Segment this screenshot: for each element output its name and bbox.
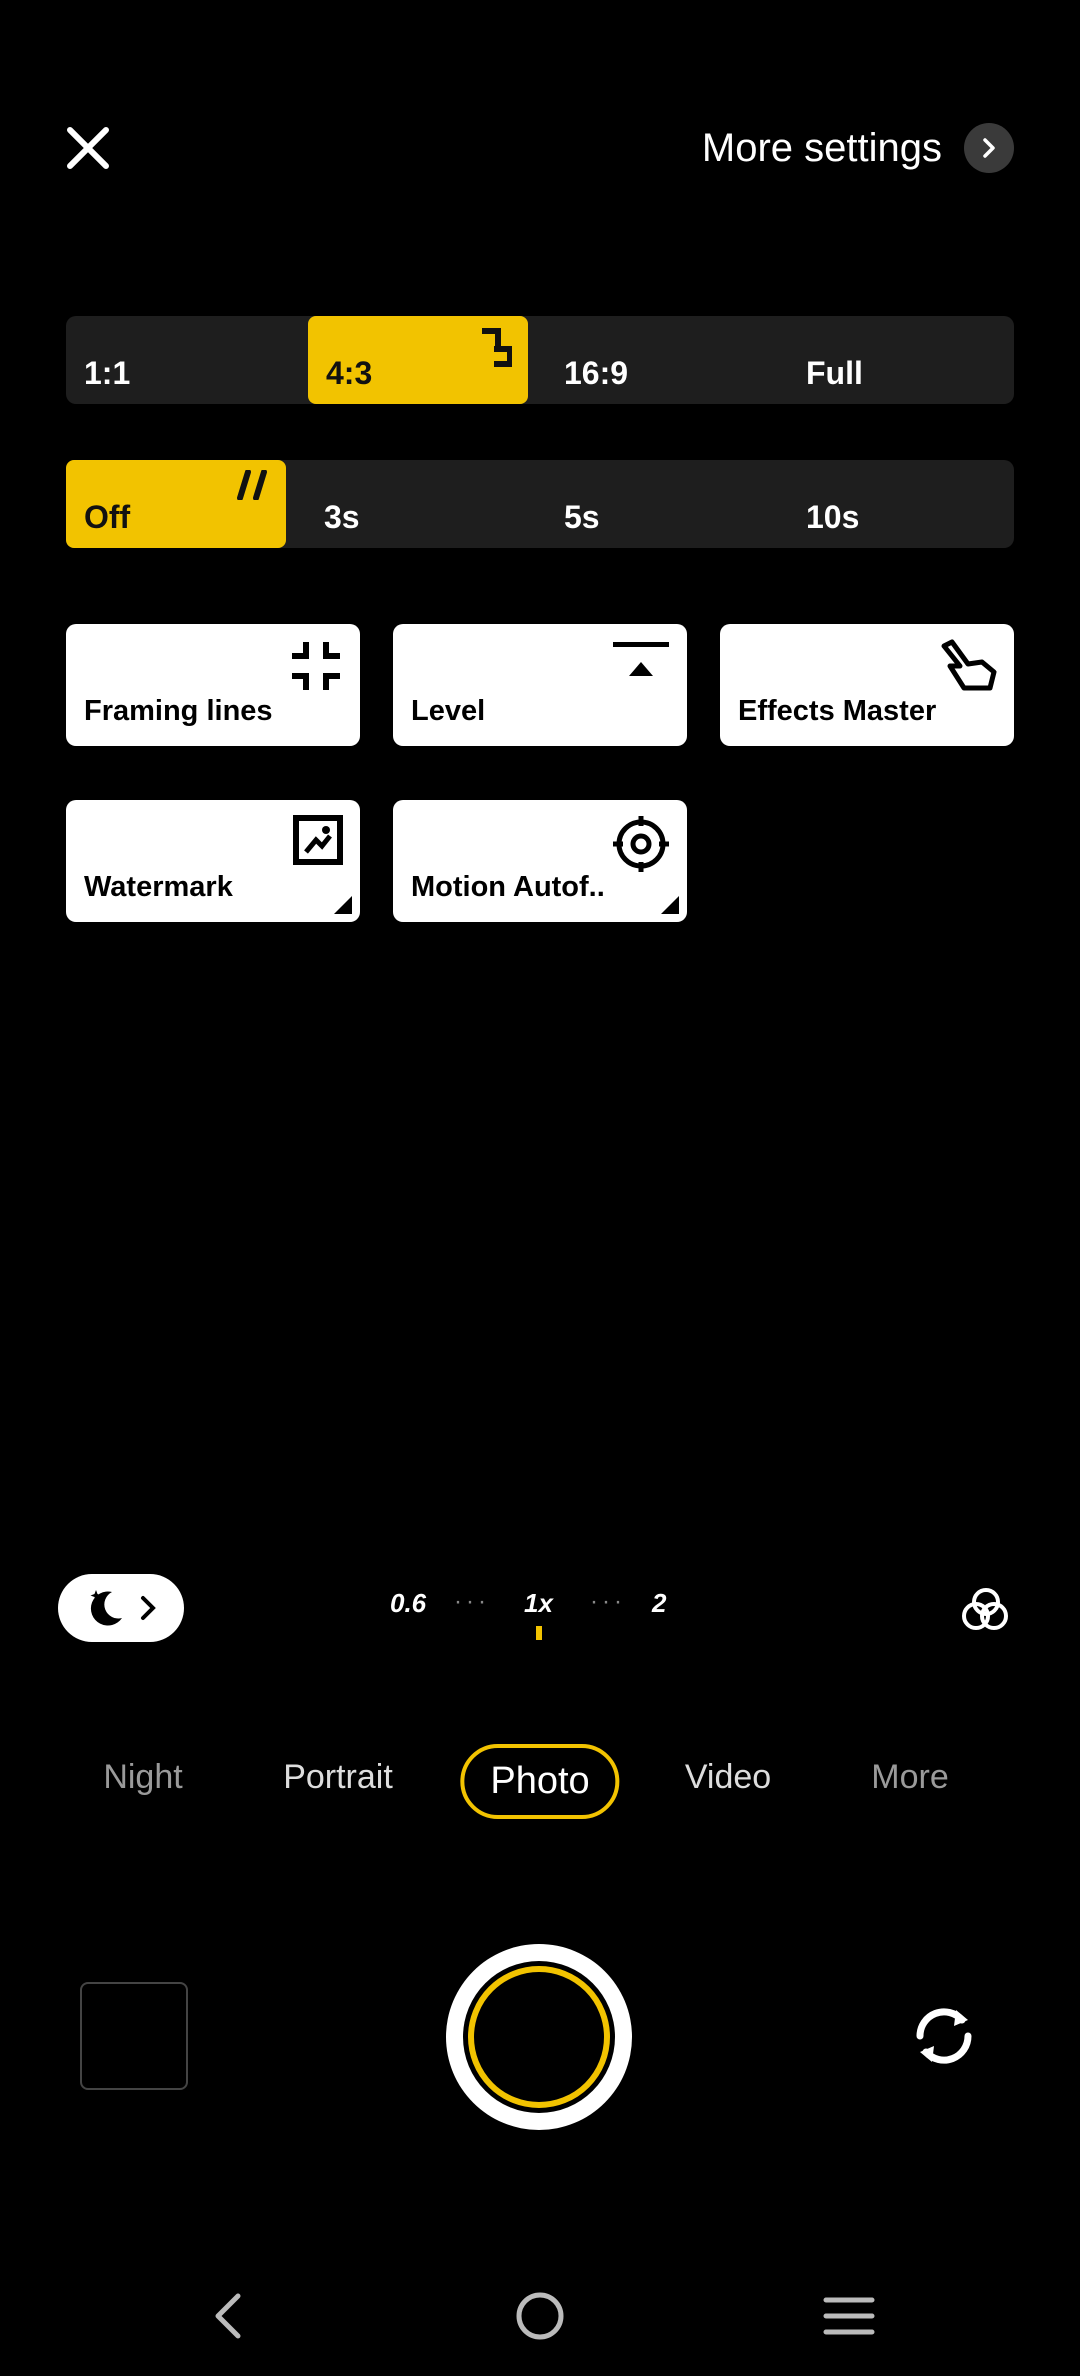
aspect-option-label: 4:3: [326, 355, 373, 391]
timer-option-10s[interactable]: 10s: [788, 460, 1014, 548]
mode-more[interactable]: More: [871, 1758, 948, 1797]
framing-lines-label: Framing lines: [84, 695, 273, 727]
focus-target-icon: [613, 816, 669, 872]
hand-pointer-icon: [941, 639, 997, 691]
timer-option-label: 3s: [324, 499, 360, 535]
home-icon: [516, 2292, 564, 2340]
shutter-button[interactable]: [446, 1944, 632, 2130]
shutter-ring: [468, 1966, 610, 2108]
zoom-dots: ···: [590, 1588, 626, 1615]
filters-button[interactable]: [960, 1584, 1010, 1639]
aspect-option-16-9[interactable]: 16:9: [546, 316, 786, 404]
menu-icon: [823, 2297, 875, 2335]
aspect-option-label: Full: [806, 355, 863, 391]
expand-corner-icon: [661, 896, 679, 914]
expand-corner-icon: [334, 896, 352, 914]
shutter-inner: [463, 1961, 615, 2113]
mode-night[interactable]: Night: [103, 1758, 182, 1797]
gallery-thumbnail[interactable]: [80, 1982, 188, 2090]
nav-recents-button[interactable]: [822, 2290, 876, 2347]
back-icon: [215, 2293, 241, 2339]
filters-icon: [962, 1588, 1008, 1630]
aspect-ratio-selector: 1:1 4:3 16:9 Full: [66, 316, 1014, 404]
timer-option-off[interactable]: Off: [66, 460, 286, 548]
night-mode-toggle[interactable]: [58, 1574, 184, 1642]
watermark-icon: [293, 815, 343, 865]
more-settings-button[interactable]: More settings: [702, 118, 1014, 178]
chevron-right-icon: [141, 1596, 156, 1620]
zoom-0-6-button[interactable]: 0.6: [390, 1588, 426, 1619]
zoom-1x-button[interactable]: 1x: [524, 1588, 553, 1619]
level-icon: [613, 642, 669, 676]
close-button[interactable]: [52, 112, 124, 184]
motion-autofocus-label: Motion Autof..: [411, 871, 605, 903]
mode-photo[interactable]: Photo: [460, 1744, 620, 1819]
level-label: Level: [411, 695, 486, 727]
nav-back-button[interactable]: [208, 2290, 248, 2347]
aspect-option-label: 1:1: [84, 355, 131, 391]
switch-camera-button[interactable]: [904, 1996, 984, 2081]
aspect-option-4-3[interactable]: 4:3: [308, 316, 528, 404]
more-settings-label: More settings: [701, 125, 942, 170]
motion-autofocus-tile[interactable]: Motion Autof..: [393, 800, 687, 922]
framing-lines-tile[interactable]: Framing lines: [66, 624, 360, 746]
framing-lines-icon: [292, 642, 340, 690]
timer-option-3s[interactable]: 3s: [306, 460, 546, 548]
timer-option-5s[interactable]: 5s: [546, 460, 786, 548]
level-tile[interactable]: Level: [393, 624, 687, 746]
moon-icon: [90, 1590, 122, 1626]
mode-portrait[interactable]: Portrait: [283, 1758, 393, 1797]
switch-camera-icon: [916, 2008, 972, 2064]
effects-master-tile[interactable]: Effects Master: [720, 624, 1014, 746]
chevron-right-icon: [964, 123, 1014, 173]
nav-home-button[interactable]: [514, 2290, 566, 2347]
watermark-tile[interactable]: Watermark: [66, 800, 360, 922]
zoom-dots: ···: [454, 1588, 490, 1615]
zoom-selected-marker: [536, 1626, 542, 1640]
timer-option-label: 5s: [564, 499, 600, 535]
aspect-option-label: 16:9: [564, 355, 629, 391]
mode-video[interactable]: Video: [685, 1758, 771, 1797]
effects-master-label: Effects Master: [738, 695, 937, 727]
timer-option-label: Off: [84, 499, 131, 535]
timer-icon: [237, 470, 267, 500]
aspect-ratio-icon: [482, 328, 512, 367]
timer-option-label: 10s: [806, 499, 860, 535]
zoom-2-button[interactable]: 2: [652, 1588, 666, 1619]
timer-selector: Off 3s 5s 10s: [66, 460, 1014, 548]
aspect-option-1-1[interactable]: 1:1: [66, 316, 306, 404]
close-icon: [67, 127, 109, 169]
watermark-label: Watermark: [84, 871, 233, 903]
aspect-option-full[interactable]: Full: [788, 316, 1014, 404]
